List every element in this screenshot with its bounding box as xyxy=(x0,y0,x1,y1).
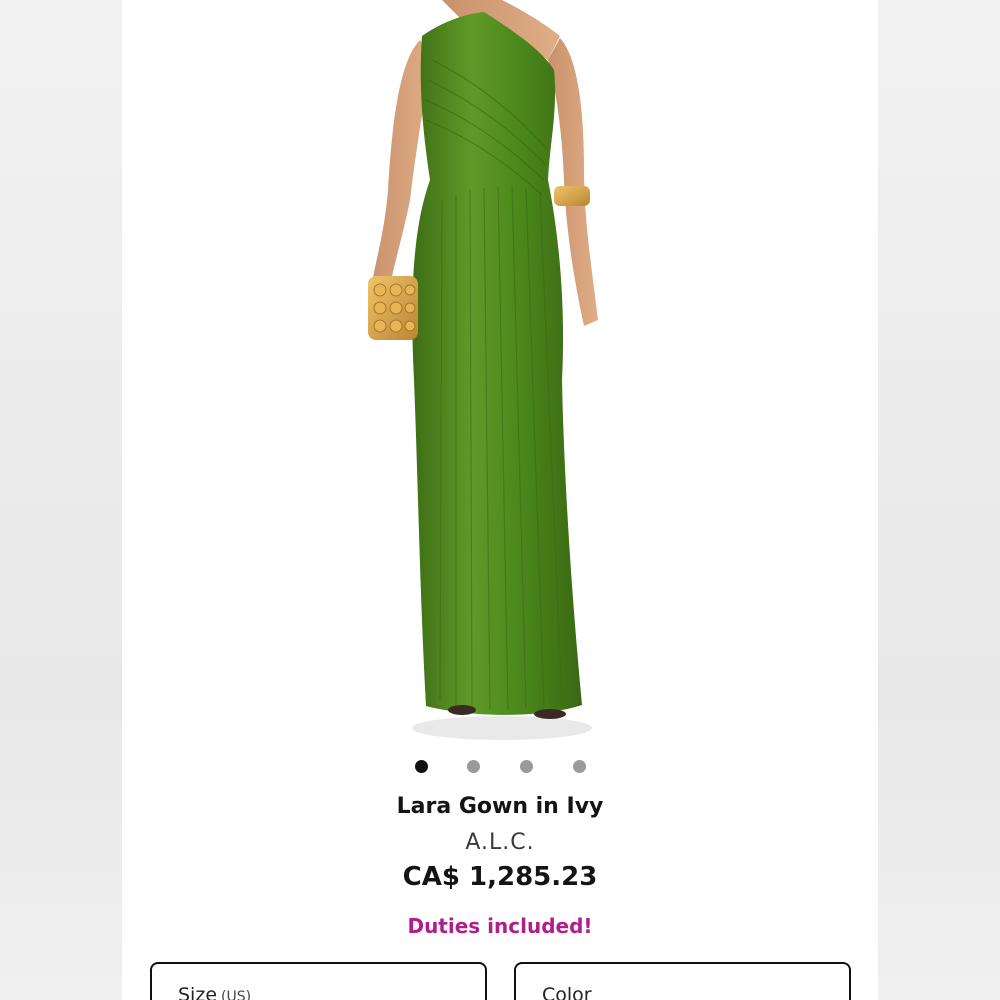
color-label-text: Color xyxy=(542,984,592,1000)
product-sheet: Lara Gown in Ivy A.L.C. CA$ 1,285.23 Dut… xyxy=(122,0,878,1000)
size-label-text: Size xyxy=(178,984,218,1000)
background-left xyxy=(0,0,122,1000)
size-unit-text: (US) xyxy=(221,989,252,1000)
size-select[interactable]: Size (US) xyxy=(150,962,487,1000)
color-select-label: Color xyxy=(542,984,592,1000)
gallery-dot-1[interactable] xyxy=(415,760,428,773)
gown-illustration xyxy=(368,0,598,740)
product-brand[interactable]: A.L.C. xyxy=(122,830,878,855)
gallery-dot-3[interactable] xyxy=(520,760,533,773)
color-select[interactable]: Color xyxy=(514,962,851,1000)
product-image[interactable] xyxy=(352,0,652,745)
background-right xyxy=(878,0,1000,1000)
duties-note: Duties included! xyxy=(407,914,593,938)
size-select-label: Size (US) xyxy=(178,984,251,1000)
product-price: CA$ 1,285.23 xyxy=(402,862,598,892)
product-title: Lara Gown in Ivy xyxy=(396,794,604,819)
gallery-dot-2[interactable] xyxy=(467,760,480,773)
gallery-pagination xyxy=(122,760,878,774)
gallery-dot-4[interactable] xyxy=(573,760,586,773)
